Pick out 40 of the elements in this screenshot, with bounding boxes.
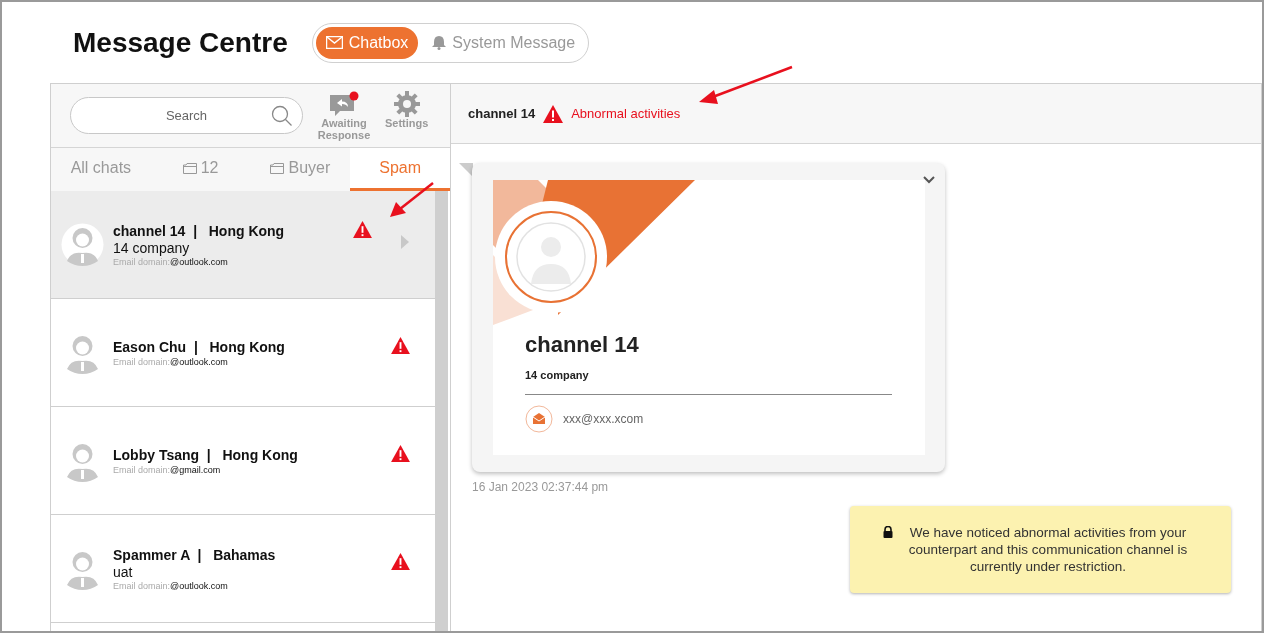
email-domain: Email domain:@outlook.com (113, 355, 229, 368)
conversation-title: channel 14 (468, 104, 536, 123)
filter-tab[interactable]: 12 (150, 148, 251, 191)
avatar-icon (61, 223, 104, 266)
status-text: Abnormal activities (571, 104, 681, 123)
email-domain: Email domain:@gmail.com (113, 463, 222, 476)
email-domain: Email domain:@outlook.com (113, 579, 229, 592)
annotation-arrow (390, 182, 434, 217)
page-title: Message Centre (73, 25, 288, 60)
profile-email: xxx@xxx.xcom (563, 410, 644, 428)
search-field[interactable]: Search (70, 97, 303, 134)
envelope-icon (325, 36, 343, 49)
warning-icon (543, 104, 564, 123)
scrollbar[interactable] (435, 191, 448, 631)
settings-icon (393, 90, 420, 117)
notice-text: We have noticed abnormal activities from your counterpart and this communication channel is currently under restriction. (907, 524, 1189, 575)
filter-tab[interactable]: Buyer (250, 148, 351, 191)
contact-company: 14 company (113, 239, 191, 256)
awaiting-response-button[interactable]: Awaiting Response (315, 90, 373, 141)
email-domain: Email domain:@outlook.com (113, 256, 229, 268)
contact-name: Eason Chu | Hong Kong (113, 337, 285, 356)
envelope-icon (525, 404, 553, 433)
chat-item[interactable]: channel 14 | Hong Kong 14 company Email domain:@outlook.com (51, 191, 435, 299)
search-icon[interactable] (271, 104, 293, 127)
contact-name: Spammer A | Bahamas (113, 545, 276, 564)
filter-tab[interactable]: Spam (350, 148, 450, 191)
contact-company: uat (113, 563, 134, 580)
filter-tab[interactable]: All chats (51, 148, 151, 191)
settings-button[interactable]: Settings (385, 90, 429, 141)
mode-tab[interactable]: System Message (422, 26, 586, 59)
chevron-down-icon[interactable] (923, 176, 935, 184)
contact-name: Lobby Tsang | Hong Kong (113, 445, 298, 464)
profile-company: 14 company (525, 367, 892, 395)
contact-name: channel 14 | Hong Kong (113, 221, 285, 240)
profile-name: channel 14 (525, 331, 640, 359)
mode-tab[interactable]: Chatbox (315, 26, 419, 59)
lock-icon (883, 526, 893, 538)
bubble-tail (459, 163, 473, 177)
message-timestamp: 16 Jan 2023 02:37:44 pm (472, 479, 610, 496)
bell-icon (432, 35, 447, 50)
